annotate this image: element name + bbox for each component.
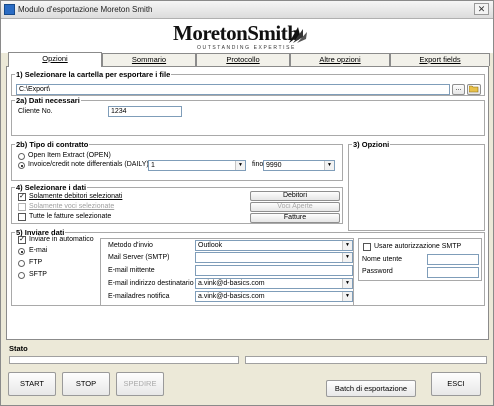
voci-aperte-button[interactable]: Voci Aperte bbox=[250, 202, 340, 212]
debitori-button[interactable]: Debitori bbox=[250, 191, 340, 201]
option-open-label: Open Item Extract (OPEN) bbox=[28, 152, 111, 159]
radio-ftp[interactable] bbox=[18, 260, 25, 267]
email-settings-box: Metodo d'invio Outlook ▼ Mail Server (SM… bbox=[100, 238, 354, 306]
password-label: Password bbox=[362, 268, 393, 275]
check-voci-label: Solamente voci selezionate bbox=[29, 203, 115, 210]
smtp-auth-box: Usare autorizzazione SMTP Nome utente Pa… bbox=[358, 238, 482, 281]
folder-open-icon[interactable] bbox=[467, 84, 481, 95]
options-section: 3) Opzioni bbox=[348, 140, 485, 231]
logo-banner: MoretonSmith OUTSTANDING EXPERTISE bbox=[1, 19, 493, 53]
smtp-auth-label: Usare autorizzazione SMTP bbox=[374, 243, 462, 250]
notify-value: a.vink@d-basics.com bbox=[198, 293, 265, 300]
check-smtp-auth[interactable] bbox=[363, 243, 371, 251]
to-value: 9990 bbox=[266, 162, 282, 169]
check-auto-send[interactable]: ✓ bbox=[18, 236, 26, 244]
notify-label: E-mailadres notifica bbox=[108, 293, 170, 300]
stop-button[interactable]: STOP bbox=[62, 372, 110, 396]
chevron-down-icon: ▼ bbox=[342, 292, 352, 301]
recipient-select[interactable]: a.vink@d-basics.com ▼ bbox=[195, 278, 353, 289]
radio-daily[interactable] bbox=[18, 162, 25, 169]
folder-section: 1) Selezionare la cartella per esportare… bbox=[11, 70, 485, 96]
smtp-select[interactable]: ▼ bbox=[195, 252, 353, 263]
sender-label: E-mail mittente bbox=[108, 267, 155, 274]
tab-protocollo[interactable]: Protocollo bbox=[196, 53, 290, 66]
from-select[interactable]: 1 ▼ bbox=[148, 160, 246, 171]
tab-sommario[interactable]: Sommario bbox=[102, 53, 196, 66]
email-label: E-mai bbox=[29, 247, 48, 254]
method-label: Metodo d'invio bbox=[108, 242, 153, 249]
auto-send-label: Inviare in automatico bbox=[29, 236, 94, 243]
logo-tagline: OUTSTANDING EXPERTISE bbox=[197, 45, 296, 51]
contract-type-title: 2b) Tipo di contratto bbox=[15, 140, 90, 149]
tab-opzioni[interactable]: Opzioni bbox=[8, 52, 102, 67]
tab-bar: Opzioni Sommario Protocollo Altre opzion… bbox=[6, 52, 490, 67]
client-no-field[interactable]: 1234 bbox=[108, 106, 182, 117]
select-data-section: 4) Selezionare i dati ✓ Solamente debito… bbox=[11, 183, 343, 224]
radio-sftp[interactable] bbox=[18, 272, 25, 279]
method-value: Outlook bbox=[198, 242, 223, 249]
app-icon bbox=[4, 4, 15, 15]
username-field[interactable] bbox=[427, 254, 479, 265]
from-value: 1 bbox=[151, 162, 155, 169]
chevron-down-icon: ▼ bbox=[235, 161, 245, 170]
check-debitori[interactable]: ✓ bbox=[18, 193, 26, 201]
recipient-label: E-mail indirizzo destinatario bbox=[108, 280, 194, 287]
sender-field[interactable] bbox=[195, 265, 353, 276]
chevron-down-icon: ▼ bbox=[342, 279, 352, 288]
client-no-label: Cliente No. bbox=[18, 108, 53, 115]
radio-open[interactable] bbox=[18, 153, 25, 160]
window-title: Modulo d'esportazione Moreton Smith bbox=[18, 5, 153, 14]
method-select[interactable]: Outlook ▼ bbox=[195, 240, 353, 251]
send-button[interactable]: SPEDIRE bbox=[116, 372, 164, 396]
status-bar-right bbox=[245, 356, 487, 364]
tab-export-fields[interactable]: Export fields bbox=[390, 53, 490, 66]
to-select[interactable]: 9990 ▼ bbox=[263, 160, 335, 171]
logo-feather-icon bbox=[289, 27, 307, 43]
password-field[interactable] bbox=[427, 267, 479, 278]
required-data-section: 2a) Dati necessari Cliente No. 1234 bbox=[11, 96, 485, 136]
sftp-label: SFTP bbox=[29, 271, 47, 278]
contract-type-section: 2b) Tipo di contratto Open Item Extract … bbox=[11, 140, 343, 181]
chevron-down-icon: ▼ bbox=[342, 253, 352, 262]
option-daily-label: Invoice/credit note differentials (DAILY… bbox=[28, 161, 149, 168]
recipient-value: a.vink@d-basics.com bbox=[198, 280, 265, 287]
ftp-label: FTP bbox=[29, 259, 43, 266]
tab-altre-opzioni[interactable]: Altre opzioni bbox=[290, 53, 390, 66]
logo: MoretonSmith bbox=[173, 21, 299, 45]
chevron-down-icon: ▼ bbox=[342, 241, 352, 250]
close-icon[interactable]: ✕ bbox=[474, 3, 489, 15]
check-fatture-label: Tutte le fatture selezionate bbox=[29, 213, 112, 220]
batch-export-button[interactable]: Batch di esportazione bbox=[326, 380, 416, 397]
smtp-label: Mail Server (SMTP) bbox=[108, 254, 170, 261]
send-data-section: 5) Inviare dati ✓ Inviare in automatico … bbox=[11, 228, 485, 306]
start-button[interactable]: START bbox=[8, 372, 56, 396]
radio-email[interactable] bbox=[18, 248, 25, 255]
export-window: Modulo d'esportazione Moreton Smith ✕ Mo… bbox=[0, 0, 494, 406]
options-title: 3) Opzioni bbox=[352, 140, 391, 149]
browse-button[interactable]: ... bbox=[452, 84, 465, 95]
fatture-button[interactable]: Fatture bbox=[250, 213, 340, 223]
status-bar-left bbox=[9, 356, 239, 364]
check-fatture[interactable] bbox=[18, 213, 26, 221]
button-bar: START STOP SPEDIRE Batch di esportazione… bbox=[6, 372, 489, 402]
check-debitori-label: Solamente debitori selezionati bbox=[29, 193, 123, 200]
notify-select[interactable]: a.vink@d-basics.com ▼ bbox=[195, 291, 353, 302]
required-data-title: 2a) Dati necessari bbox=[15, 96, 81, 105]
title-bar: Modulo d'esportazione Moreton Smith ✕ bbox=[1, 1, 493, 19]
folder-section-title: 1) Selezionare la cartella per esportare… bbox=[15, 70, 172, 79]
exit-button[interactable]: ESCI bbox=[431, 372, 481, 396]
status-label: Stato bbox=[9, 344, 28, 353]
select-data-title: 4) Selezionare i dati bbox=[15, 183, 88, 192]
check-voci[interactable] bbox=[18, 203, 26, 211]
chevron-down-icon: ▼ bbox=[324, 161, 334, 170]
export-path-field[interactable]: C:\Export\ bbox=[16, 84, 450, 95]
username-label: Nome utente bbox=[362, 256, 403, 263]
options-panel: 1) Selezionare la cartella per esportare… bbox=[6, 66, 489, 340]
